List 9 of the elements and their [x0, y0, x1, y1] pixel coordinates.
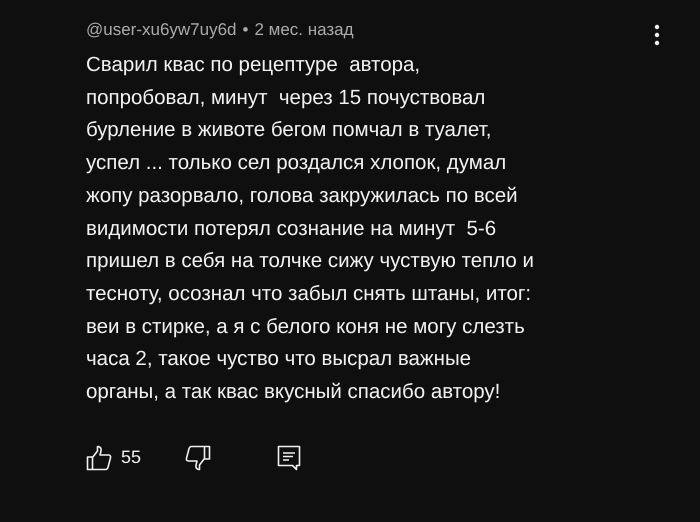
separator-dot: • [242, 20, 248, 40]
comment-text: Сварил квас по рецептуре автора, попробовал, минут через 15 почуствовал бурление в животе бегом помчал в туалет, успел ... только сел роздался хлопок, думал жопу разорвало, голова закружилась по всей видимости потерял сознание на минут 5-6 пришел в себя на толчке сижу чуствую тепло и тесноту, осознал что забыл снять штаны, итог: веи в стирке, а я с белого коня не могу слезть часа 2, такое чуство что высрал важные органы, а так квас вкусный спасибо автору! [86, 52, 535, 406]
thumbs-down-icon[interactable] [185, 444, 212, 471]
comment-author[interactable]: @user-xu6yw7uy6d [86, 20, 236, 40]
comment-time: 2 мес. назад [254, 20, 354, 40]
more-options-icon[interactable] [654, 24, 660, 46]
like-count: 55 [121, 447, 142, 468]
reply-icon[interactable] [277, 444, 302, 471]
thumbs-up-icon[interactable] [86, 444, 112, 471]
